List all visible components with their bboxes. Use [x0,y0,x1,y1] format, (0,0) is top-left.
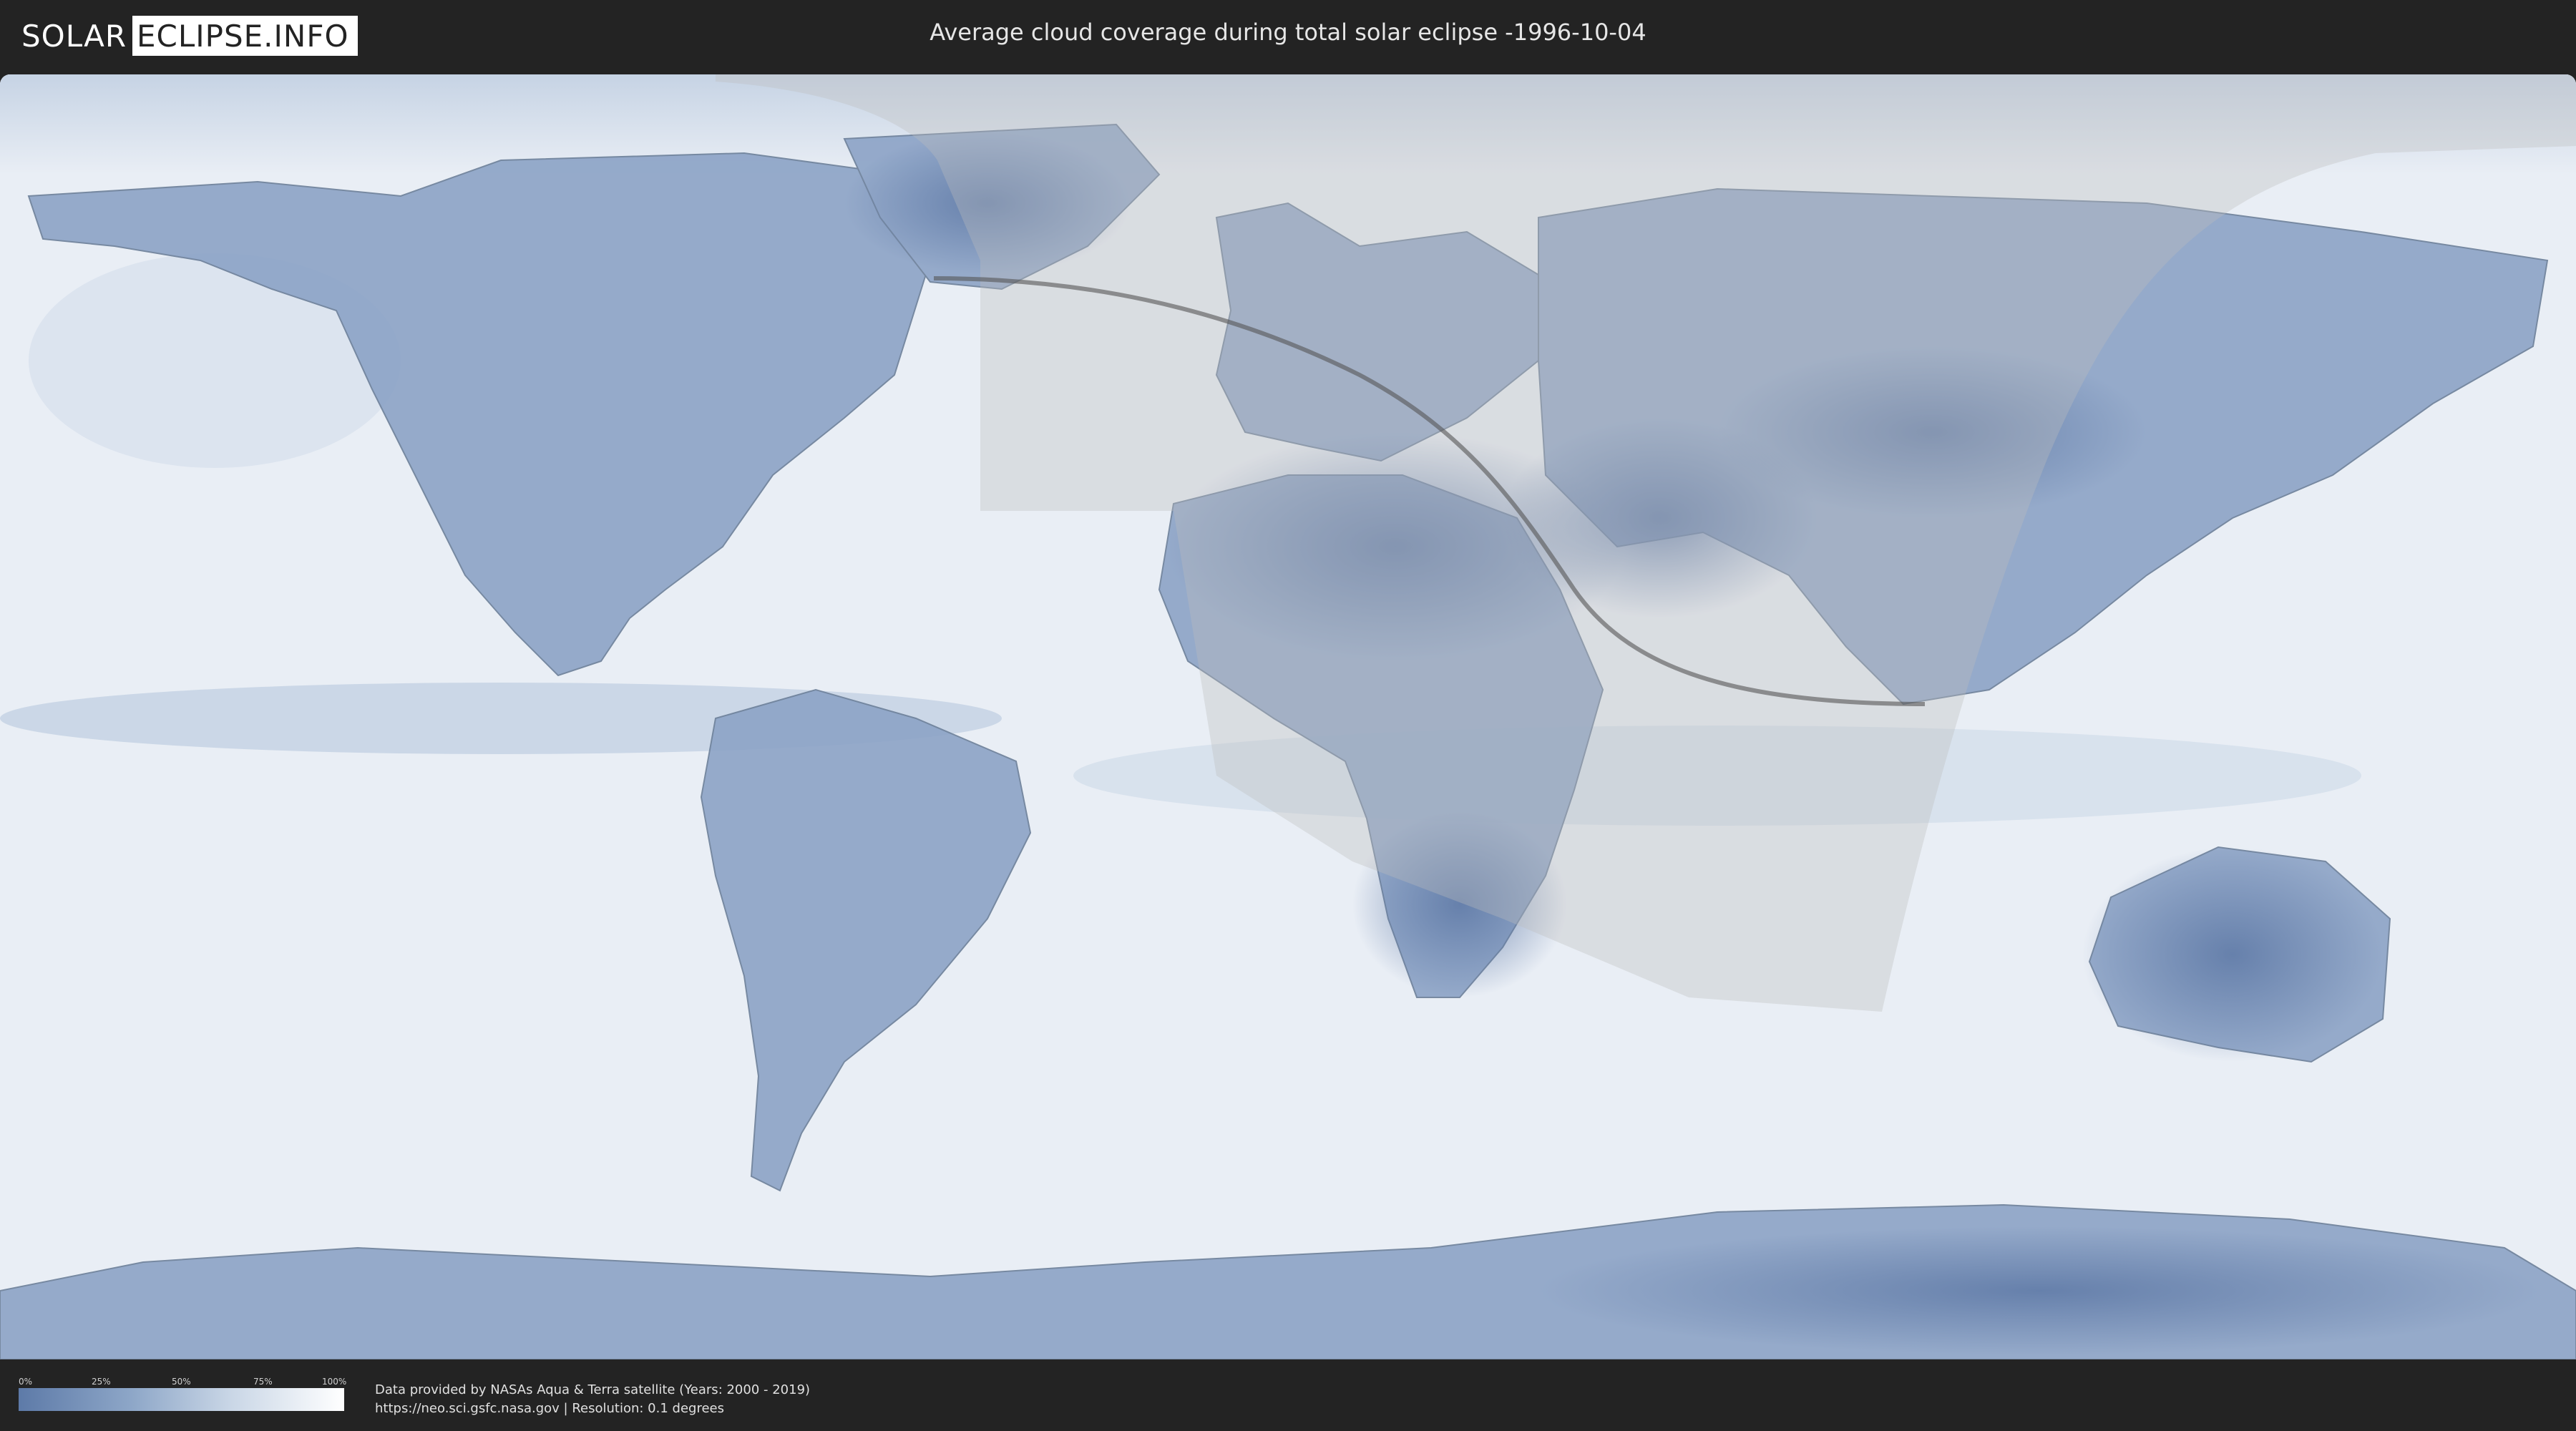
credit-line-1: Data provided by NASAs Aqua & Terra sate… [375,1382,811,1397]
footer-bar: 0% 25% 50% 75% 100% Data provided by NAS… [0,1359,2576,1431]
legend-tick-25: 25% [92,1377,111,1387]
legend-tick-50: 50% [172,1377,191,1387]
data-credits: Data provided by NASAs Aqua & Terra sate… [375,1381,810,1418]
australia-clear-sky [2082,847,2383,1062]
credit-line-2: https://neo.sci.gsfc.nasa.gov | Resoluti… [375,1401,724,1416]
header-bar: SOLAR ECLIPSE.INFO Average cloud coverag… [0,0,2576,72]
legend-tick-100: 100% [322,1377,347,1387]
legend-tick-0: 0% [19,1377,33,1387]
page-title: Average cloud coverage during total sola… [930,19,1646,46]
antarctic-plateau [1538,1226,2540,1355]
cloud-coverage-legend: 0% 25% 50% 75% 100% [19,1377,347,1411]
cloud-coverage-map [0,74,2576,1359]
legend-tick-75: 75% [253,1377,273,1387]
world-map-svg [0,74,2576,1359]
legend-gradient-bar [19,1388,344,1411]
legend-ticks: 0% 25% 50% 75% 100% [19,1377,347,1388]
